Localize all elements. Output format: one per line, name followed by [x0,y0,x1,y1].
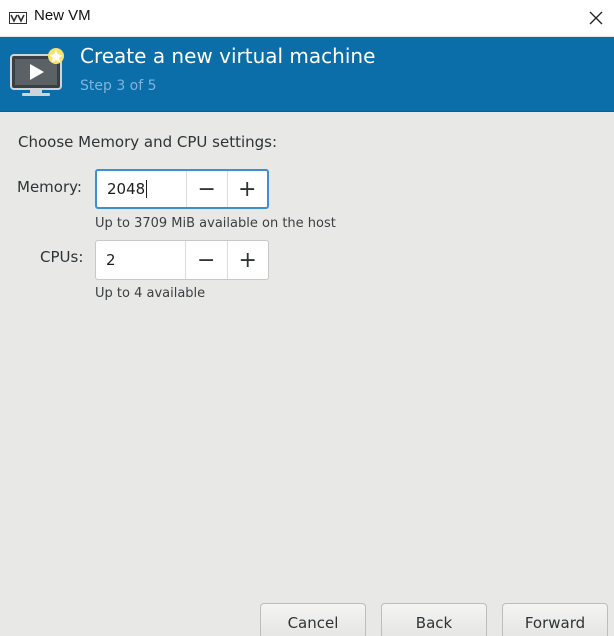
cpus-label: CPUs: [40,248,84,266]
forward-button[interactable]: Forward [502,603,608,636]
settings-prompt: Choose Memory and CPU settings: [18,133,278,151]
memory-input[interactable]: 2048 [97,171,187,207]
close-icon[interactable] [584,6,608,30]
cpus-value: 2 [106,251,116,269]
wizard-header: Create a new virtual machine Step 3 of 5 [0,37,614,112]
cpus-hint: Up to 4 available [95,286,206,301]
memory-decrement-button[interactable]: − [187,171,227,207]
wizard-step: Step 3 of 5 [80,78,157,94]
window-title: New VM [34,7,91,24]
memory-increment-button[interactable]: + [226,171,268,207]
new-vm-window: New VM Create a new virtual machine Step… [0,0,614,636]
new-vm-monitor-icon [8,47,68,99]
wizard-title: Create a new virtual machine [80,44,376,68]
memory-cpu-page: Choose Memory and CPU settings: Memory: … [0,112,614,636]
cpus-input[interactable]: 2 [96,241,186,279]
title-bar[interactable]: New VM [0,0,614,36]
virt-manager-icon [9,10,27,24]
memory-value: 2048 [107,180,146,198]
cpus-increment-button[interactable]: + [226,241,269,279]
memory-label: Memory: [17,178,82,196]
memory-spinbutton: 2048 − + [95,169,269,209]
memory-hint: Up to 3709 MiB available on the host [95,216,336,231]
back-button[interactable]: Back [381,603,487,636]
cpus-spinbutton: 2 − + [95,240,269,280]
cancel-button[interactable]: Cancel [260,603,366,636]
cpus-decrement-button[interactable]: − [186,241,227,279]
text-cursor [146,180,148,198]
